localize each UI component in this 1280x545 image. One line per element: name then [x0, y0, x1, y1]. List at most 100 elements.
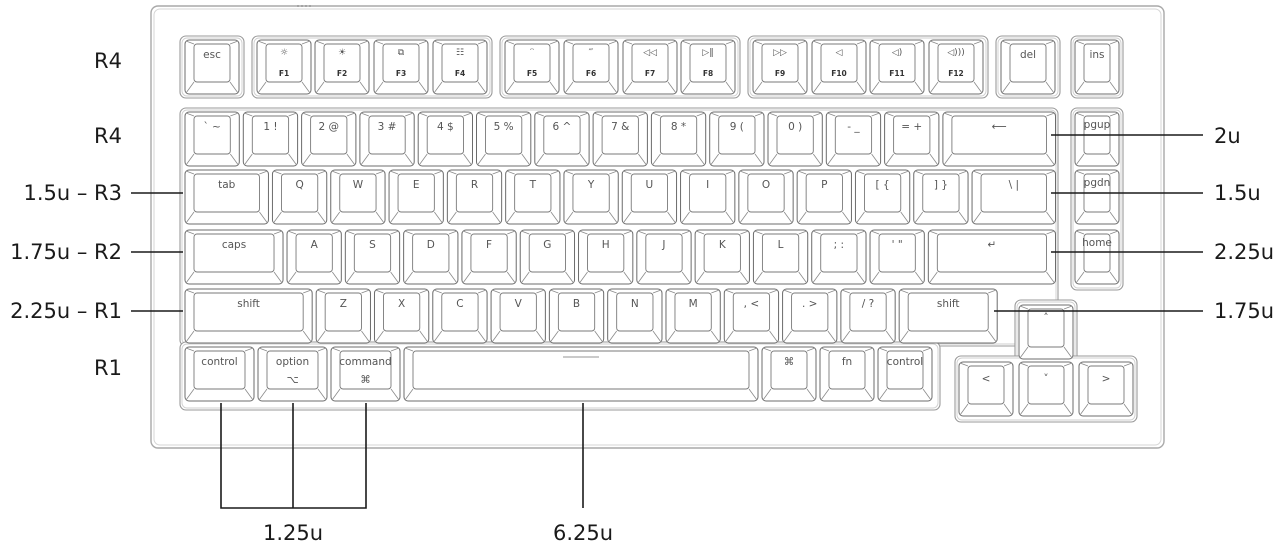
key-f11[interactable]: ◁) F11: [869, 39, 925, 95]
key-command[interactable]: command ⌘: [330, 346, 401, 402]
key-g[interactable]: G: [519, 229, 576, 285]
key-right[interactable]: >: [1078, 361, 1134, 417]
key-q[interactable]: Q: [271, 169, 328, 225]
key-fn[interactable]: fn: [819, 346, 875, 402]
key-quote[interactable]: ' ": [869, 229, 925, 285]
key-2[interactable]: 2 @: [301, 111, 357, 167]
key-e[interactable]: E: [388, 169, 444, 225]
key-legend: Z: [340, 298, 347, 310]
key-f7[interactable]: ◁◁ F7: [622, 39, 678, 95]
key-l[interactable]: L: [752, 229, 809, 285]
key-n[interactable]: N: [607, 288, 663, 344]
key-8[interactable]: 8 *: [650, 111, 707, 167]
key-3[interactable]: 3 #: [359, 111, 415, 167]
key-j[interactable]: J: [636, 229, 692, 285]
key-9[interactable]: 9 (: [709, 111, 765, 167]
key-m[interactable]: M: [665, 288, 721, 344]
key-caps[interactable]: caps: [184, 229, 284, 285]
key-f3[interactable]: ⧉ F3: [373, 39, 429, 95]
key-rshift[interactable]: shift: [898, 288, 998, 344]
row-label-tab: 1.5u – R3: [23, 181, 122, 205]
key-f8[interactable]: ▷‖ F8: [680, 39, 736, 95]
key-s[interactable]: S: [344, 229, 401, 285]
key-space[interactable]: [403, 346, 759, 402]
key-lbracket[interactable]: [ {: [854, 169, 911, 225]
key-c[interactable]: C: [432, 288, 488, 344]
command-symbol-icon: ⌘: [360, 374, 371, 386]
key-slash[interactable]: / ?: [840, 288, 896, 344]
key-f[interactable]: F: [461, 229, 517, 285]
key-5[interactable]: 5 %: [476, 111, 532, 167]
key-legend: shift: [237, 298, 260, 310]
key-legend: M: [689, 298, 698, 310]
key-r[interactable]: R: [446, 169, 503, 225]
key-k[interactable]: K: [694, 229, 750, 285]
key-6[interactable]: 6 ^: [534, 111, 590, 167]
key-enter[interactable]: ↵: [927, 229, 1057, 285]
key-w[interactable]: W: [330, 169, 386, 225]
key-up[interactable]: ˄: [1018, 304, 1074, 360]
key-home[interactable]: home: [1074, 229, 1120, 285]
key-t[interactable]: T: [505, 169, 561, 225]
key-legend: 1 !: [263, 121, 277, 133]
key-7[interactable]: 7 &: [592, 111, 648, 167]
key-legend: P: [821, 179, 827, 191]
key-equal[interactable]: = +: [884, 111, 940, 167]
key-d[interactable]: D: [403, 229, 459, 285]
mission-control-icon: ⧉: [398, 48, 405, 58]
key-legend: 0 ): [788, 121, 802, 133]
key-legend: ↵: [988, 239, 997, 251]
key-left[interactable]: <: [958, 361, 1014, 417]
key-minus[interactable]: - _: [825, 111, 882, 167]
key-f5[interactable]: ′‵ F5: [504, 39, 560, 95]
key-legend: F10: [831, 69, 847, 78]
key-4[interactable]: 4 $: [417, 111, 474, 167]
key-esc[interactable]: esc: [184, 39, 240, 95]
key-legend: F: [486, 239, 492, 251]
key-o[interactable]: O: [738, 169, 794, 225]
key-p[interactable]: P: [796, 169, 852, 225]
key-legend: ' ": [892, 239, 903, 251]
key-f12[interactable]: ◁))) F12: [928, 39, 984, 95]
key-f1[interactable]: ☼ F1: [256, 39, 312, 95]
key-option[interactable]: option ⌥: [257, 346, 328, 402]
key-down[interactable]: ˅: [1018, 361, 1074, 417]
key-pgup[interactable]: pgup: [1074, 111, 1120, 167]
key-del[interactable]: del: [1000, 39, 1056, 95]
key-legend: F6: [586, 69, 596, 78]
key-period[interactable]: . >: [782, 288, 838, 344]
key-b[interactable]: B: [548, 288, 605, 344]
key-rbracket[interactable]: ] }: [913, 169, 969, 225]
key-z[interactable]: Z: [315, 288, 371, 344]
key-lcontrol[interactable]: control: [184, 346, 255, 402]
key-f2[interactable]: ☀ F2: [314, 39, 370, 95]
key-y[interactable]: Y: [563, 169, 619, 225]
key-a[interactable]: A: [286, 229, 342, 285]
key-f4[interactable]: ☷ F4: [432, 39, 488, 95]
key-lshift[interactable]: shift: [184, 288, 313, 344]
key-x[interactable]: X: [373, 288, 430, 344]
key-legend: command: [339, 356, 391, 368]
key-h[interactable]: H: [578, 229, 634, 285]
key-ins[interactable]: ins: [1074, 39, 1120, 95]
key-comma[interactable]: , <: [723, 288, 780, 344]
key-semicolon[interactable]: ; :: [811, 229, 867, 285]
key-1[interactable]: 1 !: [242, 111, 299, 167]
key-grave[interactable]: ` ~: [184, 111, 240, 167]
key-rcommand[interactable]: ⌘: [761, 346, 817, 402]
key-rcontrol[interactable]: control: [877, 346, 933, 402]
key-v[interactable]: V: [490, 288, 546, 344]
key-backslash[interactable]: \ |: [971, 169, 1056, 225]
key-u[interactable]: U: [621, 169, 678, 225]
case-dot: [297, 5, 299, 7]
key-0[interactable]: 0 ): [767, 111, 823, 167]
key-f10[interactable]: ◁ F10: [811, 39, 867, 95]
key-legend: Y: [587, 179, 595, 191]
key-f6[interactable]: ‴ F6: [563, 39, 619, 95]
rewind-icon: ◁◁: [643, 48, 657, 58]
key-pgdn[interactable]: pgdn: [1074, 169, 1120, 225]
key-f9[interactable]: ▷▷ F9: [752, 39, 808, 95]
key-backspace[interactable]: ⟵: [942, 111, 1057, 167]
key-i[interactable]: I: [680, 169, 736, 225]
key-tab[interactable]: tab: [184, 169, 269, 225]
